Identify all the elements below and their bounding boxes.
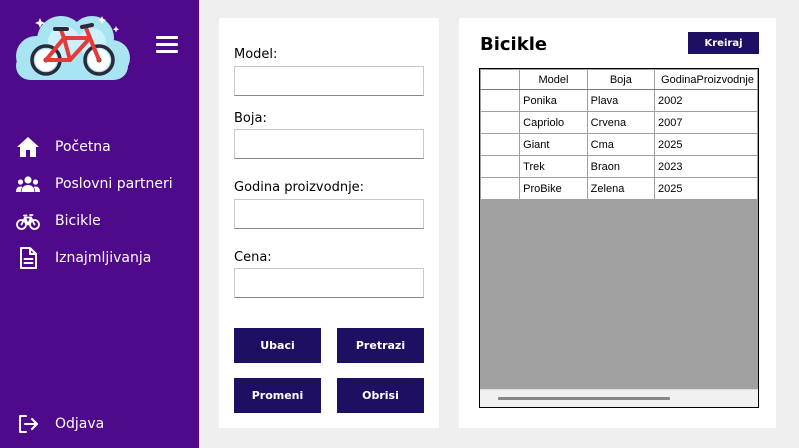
logout-icon <box>16 412 40 436</box>
cell-godina[interactable]: 2025 <box>654 133 758 156</box>
cell-boja[interactable]: Crvena <box>586 111 656 134</box>
godina-proizvodnje-input[interactable] <box>234 199 424 229</box>
column-header-godina-proizvodnje[interactable]: GodinaProizvodnje <box>654 69 758 90</box>
row-header[interactable] <box>480 155 521 178</box>
sidebar-item-label: Iznajmljivanja <box>55 250 152 266</box>
horizontal-scrollbar[interactable] <box>480 389 758 407</box>
column-header-boja[interactable]: Boja <box>586 69 656 90</box>
row-header[interactable] <box>480 177 521 200</box>
row-header[interactable] <box>480 111 521 134</box>
cell-model[interactable]: Capriolo <box>519 111 588 134</box>
sidebar-item-iznajmljivanja[interactable]: Iznajmljivanja <box>0 243 199 273</box>
home-icon <box>16 135 40 159</box>
sidebar-item-poslovni-partneri[interactable]: Poslovni partneri <box>0 169 199 199</box>
document-icon <box>16 246 40 270</box>
scrollbar-thumb[interactable] <box>498 397 670 400</box>
sidebar-item-label: Početna <box>55 139 111 155</box>
sidebar-item-pocetna[interactable]: Početna <box>0 132 199 162</box>
delete-button[interactable]: Obrisi <box>337 378 424 413</box>
update-button[interactable]: Promeni <box>234 378 321 413</box>
hamburger-icon[interactable] <box>156 35 178 55</box>
insert-button[interactable]: Ubaci <box>234 328 321 363</box>
row-header[interactable] <box>480 89 521 112</box>
row-header[interactable] <box>480 133 521 156</box>
cell-boja[interactable]: Plava <box>586 89 656 112</box>
cell-godina[interactable]: 2023 <box>654 155 758 178</box>
cell-boja[interactable]: Braon <box>586 155 656 178</box>
cell-godina[interactable]: 2007 <box>654 111 758 134</box>
cell-godina[interactable]: 2002 <box>654 89 758 112</box>
cena-label: Cena: <box>234 250 272 265</box>
sidebar-item-label: Bicikle <box>55 213 101 229</box>
search-button[interactable]: Pretrazi <box>337 328 424 363</box>
model-label: Model: <box>234 47 278 62</box>
bicycle-grid[interactable]: Model Boja GodinaProizvodnje Ponika Plav… <box>479 68 759 408</box>
cell-boja[interactable]: Cma <box>586 133 656 156</box>
column-header-model[interactable]: Model <box>519 69 588 90</box>
cell-model[interactable]: Trek <box>519 155 588 178</box>
table-row[interactable]: Trek Braon 2023 <box>480 155 758 178</box>
sidebar-item-label: Poslovni partneri <box>55 176 173 192</box>
logout-button[interactable]: Odjava <box>0 409 199 439</box>
bicycle-list-panel: Bicikle Kreiraj Model Boja GodinaProizvo… <box>459 18 776 428</box>
create-button[interactable]: Kreiraj <box>688 32 759 54</box>
bicycle-icon <box>16 209 40 233</box>
boja-input[interactable] <box>234 129 424 159</box>
page-title: Bicikle <box>480 34 548 55</box>
cell-model[interactable]: Ponika <box>519 89 588 112</box>
grid-header-row: Model Boja GodinaProizvodnje <box>480 69 758 90</box>
table-row[interactable]: Ponika Plava 2002 <box>480 89 758 112</box>
bicycle-logo <box>6 8 134 86</box>
cena-input[interactable] <box>234 268 424 298</box>
bicycle-form: Model: Boja: Godina proizvodnje: Cena: U… <box>219 18 439 428</box>
users-icon <box>16 172 40 196</box>
sidebar-item-bicikle[interactable]: Bicikle <box>0 206 199 236</box>
table-row[interactable]: Giant Cma 2025 <box>480 133 758 156</box>
table-row[interactable]: Capriolo Crvena 2007 <box>480 111 758 134</box>
godina-proizvodnje-label: Godina proizvodnje: <box>234 180 365 195</box>
model-input[interactable] <box>234 66 424 96</box>
cell-model[interactable]: ProBike <box>519 177 588 200</box>
cell-godina[interactable]: 2025 <box>654 177 758 200</box>
row-header-corner[interactable] <box>480 69 521 90</box>
cell-boja[interactable]: Zelena <box>586 177 656 200</box>
cell-model[interactable]: Giant <box>519 133 588 156</box>
sidebar: Početna Poslovni partneri Bicikle Iznajm… <box>0 0 199 448</box>
logout-label: Odjava <box>55 416 105 432</box>
table-row[interactable]: ProBike Zelena 2025 <box>480 177 758 200</box>
boja-label: Boja: <box>234 111 267 126</box>
